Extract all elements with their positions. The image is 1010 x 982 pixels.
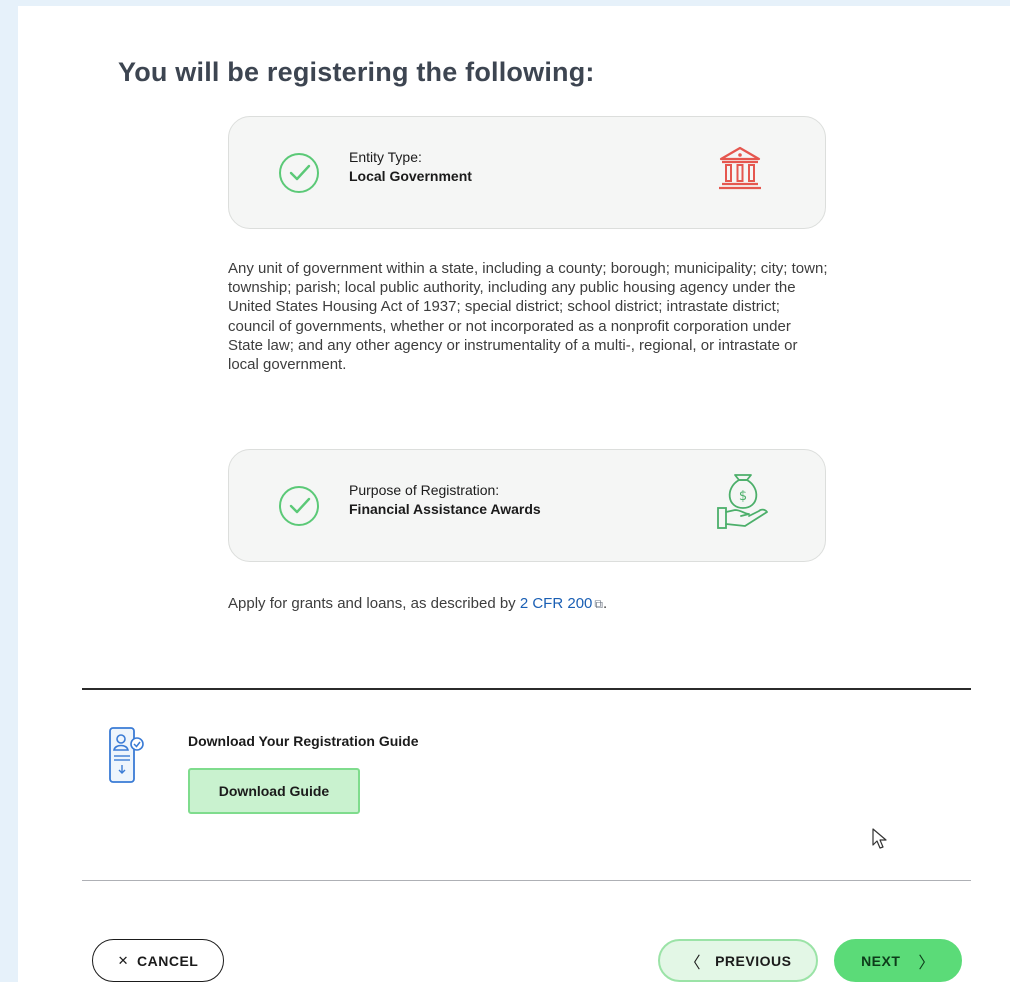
check-circle-icon (279, 486, 319, 526)
government-building-icon (715, 143, 765, 198)
purpose-description-suffix: . (602, 595, 608, 612)
footer-divider (82, 880, 971, 881)
next-button[interactable]: NEXT 〉 (834, 939, 962, 982)
cancel-label: CANCEL (137, 952, 199, 969)
registration-guide-icon (106, 726, 146, 791)
page-title: You will be registering the following: (118, 57, 595, 87)
previous-label: PREVIOUS (715, 952, 792, 969)
registration-panel: You will be registering the following: E… (18, 6, 1010, 982)
mouse-cursor-icon (872, 828, 888, 855)
guide-title: Download Your Registration Guide (188, 733, 419, 749)
entity-description: Any unit of government within a state, i… (228, 260, 828, 374)
external-link-icon: ⧉ (594, 597, 603, 611)
close-icon: ✕ (117, 952, 130, 968)
section-divider (82, 688, 971, 690)
purpose-description-text: Apply for grants and loans, as described… (228, 595, 520, 612)
entity-type-value: Local Government (349, 168, 472, 184)
entity-type-label: Entity Type: (349, 149, 422, 165)
check-circle-icon (279, 153, 319, 193)
purpose-card: Purpose of Registration: Financial Assis… (228, 449, 826, 562)
next-label: NEXT (861, 952, 901, 969)
chevron-right-icon: 〉 (918, 954, 935, 972)
download-guide-button[interactable]: Download Guide (188, 768, 360, 814)
entity-type-card: Entity Type: Local Government (228, 116, 826, 229)
chevron-left-icon: 〈 (684, 954, 702, 972)
purpose-description: Apply for grants and loans, as described… (228, 595, 607, 612)
svg-text:$: $ (739, 489, 747, 504)
purpose-value: Financial Assistance Awards (349, 501, 541, 517)
money-bag-hand-icon: $ (715, 472, 771, 537)
purpose-label: Purpose of Registration: (349, 482, 500, 498)
cfr-link[interactable]: 2 CFR 200 (520, 595, 593, 612)
cancel-button[interactable]: ✕ CANCEL (92, 939, 224, 982)
previous-button[interactable]: 〈 PREVIOUS (658, 939, 818, 982)
